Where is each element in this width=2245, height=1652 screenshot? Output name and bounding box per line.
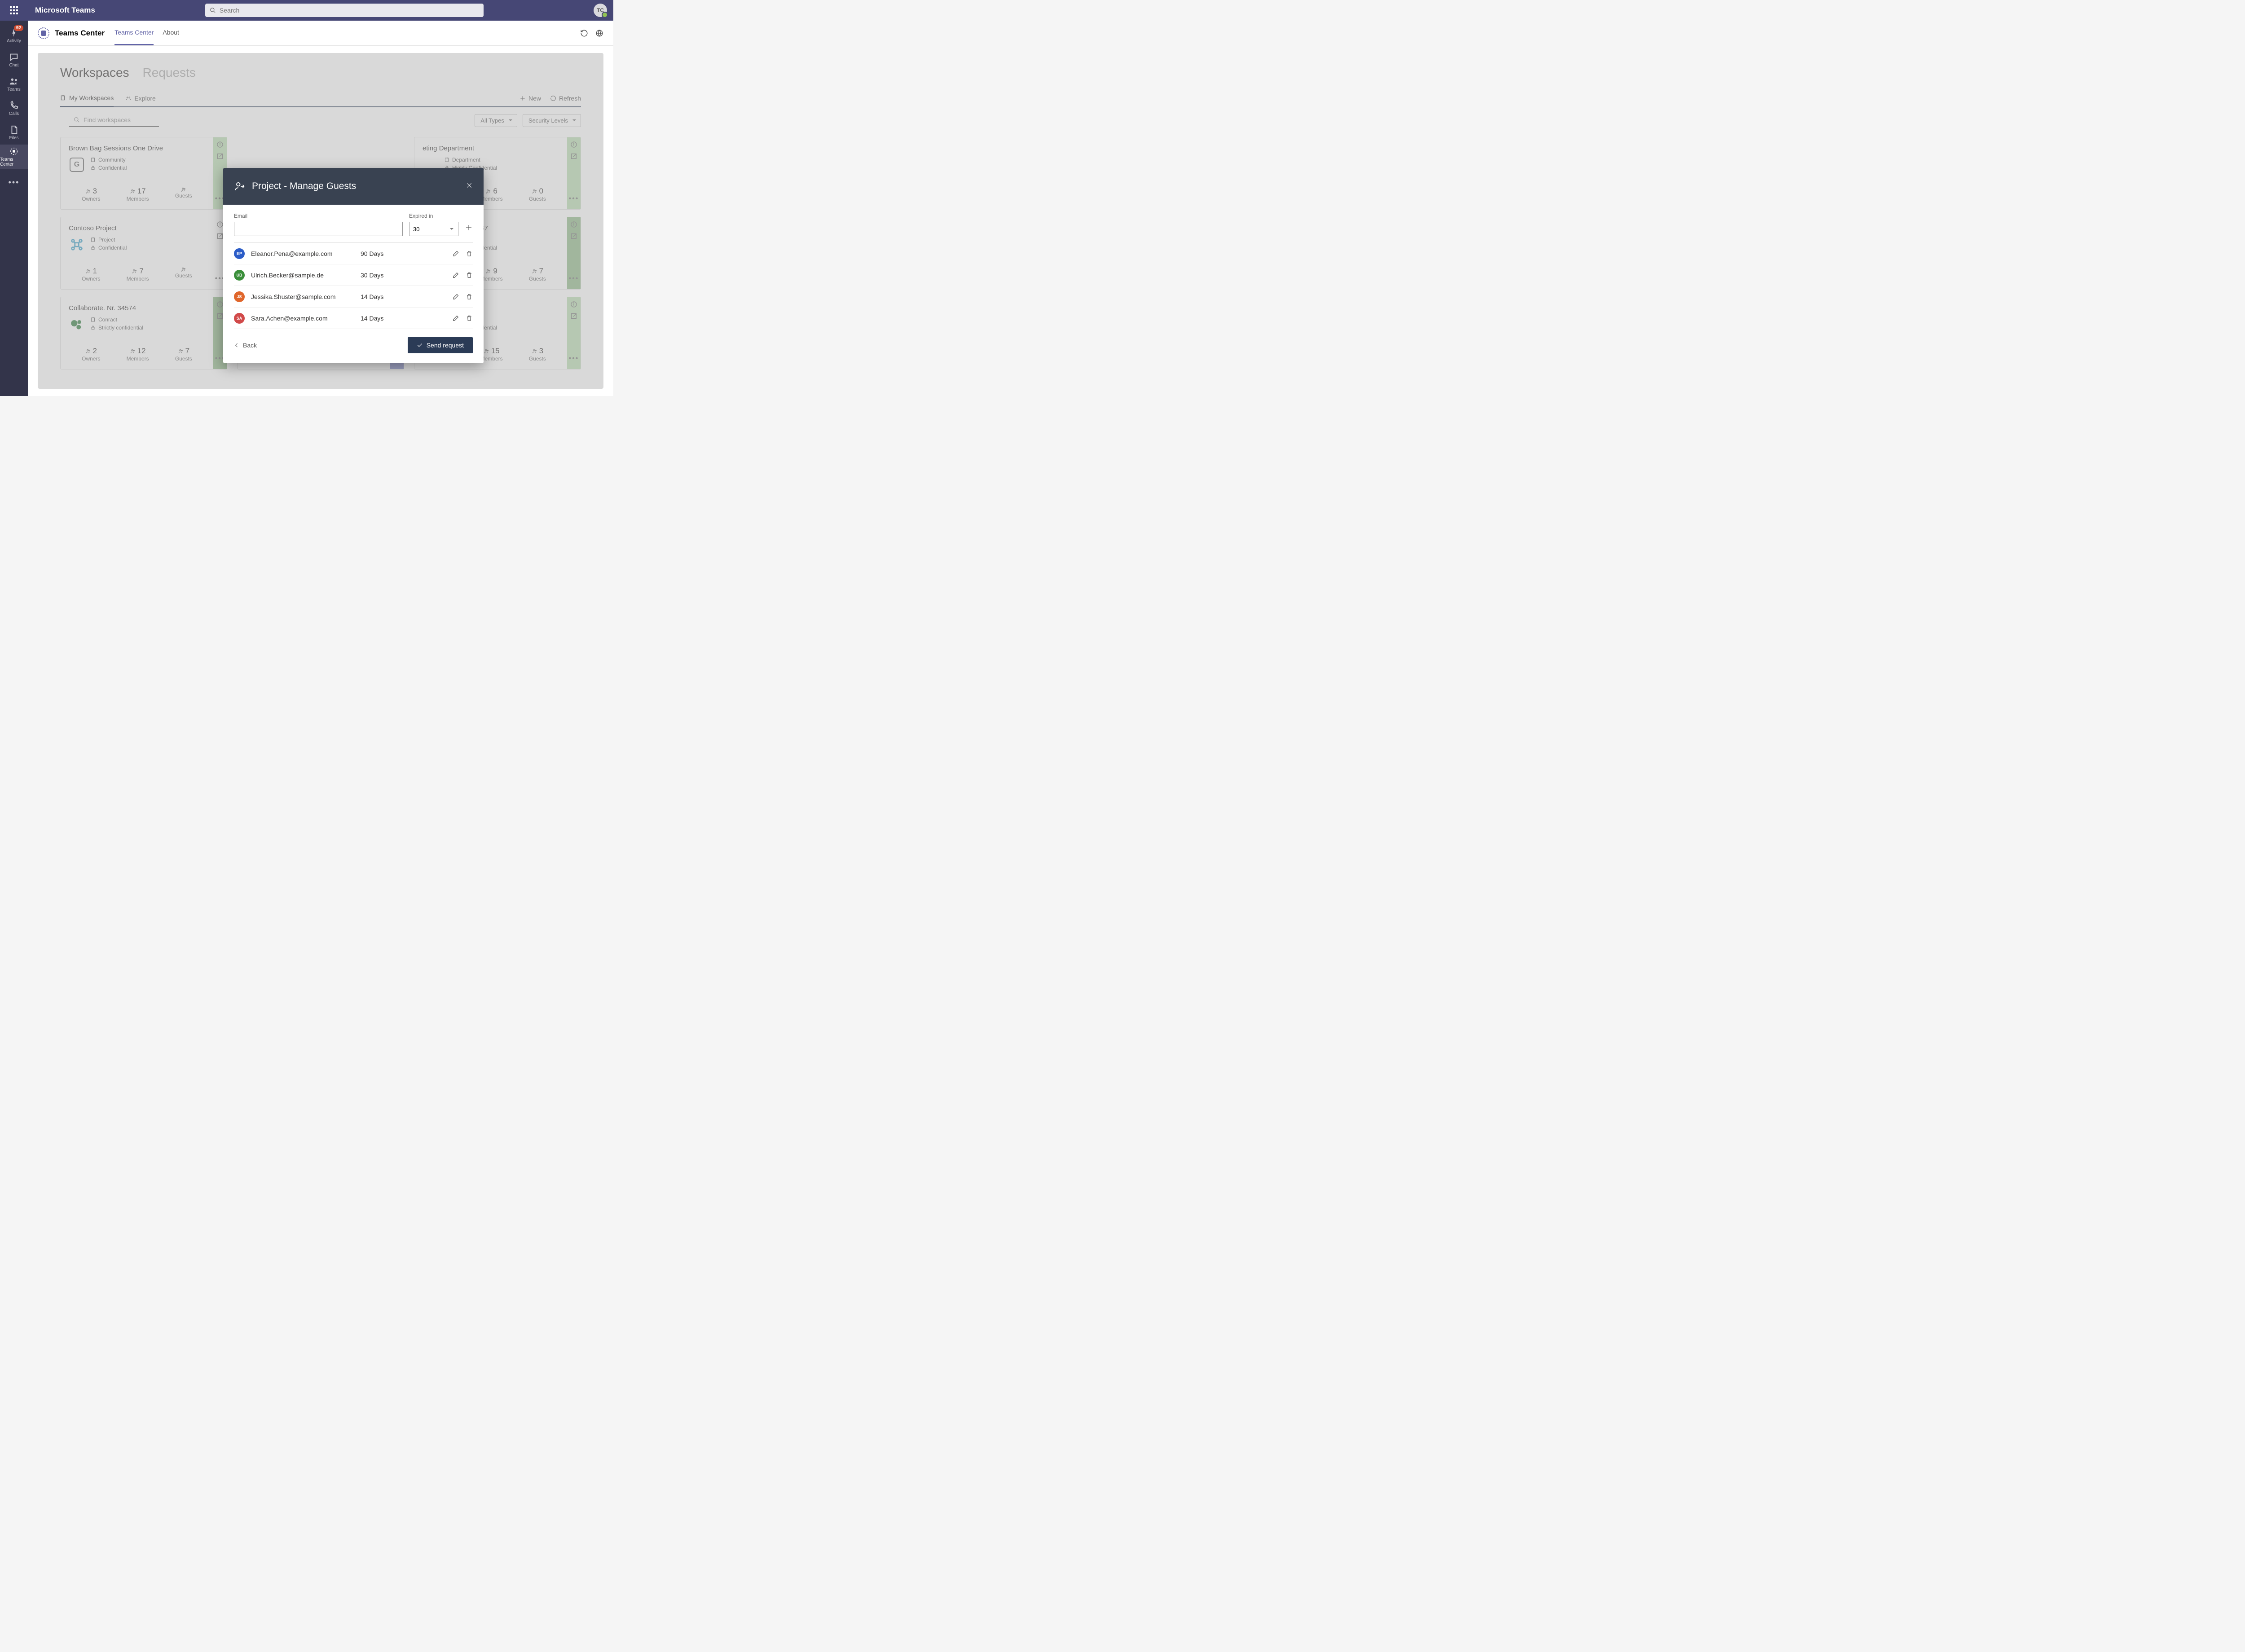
app-title: Microsoft Teams [35,6,95,15]
guest-row: UB Ulrich.Becker@sample.de 30 Days [234,264,473,286]
expired-label: Expired in [409,213,458,219]
check-icon [417,342,423,348]
guest-avatar: SA [234,313,245,324]
app-rail: Activity92ChatTeamsCallsFilesTeams Cente… [0,21,28,396]
guest-expires: 14 Days [361,315,446,322]
edit-icon[interactable] [452,250,459,257]
rail-calls[interactable]: Calls [0,96,28,120]
guest-avatar: EP [234,248,245,259]
send-request-button[interactable]: Send request [408,337,473,353]
edit-icon[interactable] [452,272,459,279]
guest-email: Eleanor.Pena@example.com [251,250,354,257]
reload-icon[interactable] [580,29,588,37]
guest-expires: 30 Days [361,272,446,279]
rail-teams[interactable]: Teams [0,72,28,96]
title-bar: Microsoft Teams TC [0,0,613,21]
app-tab-header: Teams Center Teams Center About [28,21,613,46]
badge: 92 [14,25,23,31]
close-button[interactable] [466,182,473,191]
edit-icon[interactable] [452,293,459,300]
guest-row: SA Sara.Achen@example.com 14 Days [234,308,473,329]
rail-teams-center[interactable]: Teams Center [0,145,28,169]
manage-guests-dialog: Project - Manage Guests Email [223,168,484,363]
guest-expires: 14 Days [361,293,446,300]
rail-files[interactable]: Files [0,120,28,145]
email-input[interactable] [234,222,403,236]
header-tab-about[interactable]: About [163,21,179,45]
guest-row: JS Jessika.Shuster@sample.com 14 Days [234,286,473,308]
back-button[interactable]: Back [234,342,257,349]
close-icon [466,182,473,189]
search-input[interactable] [220,7,479,14]
guest-avatar: UB [234,270,245,281]
rail-more[interactable]: ••• [0,169,28,193]
user-avatar[interactable]: TC [594,4,607,17]
page-content: WorkspacesRequests My WorkspacesExplore … [38,53,603,389]
email-label: Email [234,213,403,219]
edit-icon[interactable] [452,315,459,322]
dialog-title: Project - Manage Guests [252,181,356,192]
global-search[interactable] [205,4,484,17]
guest-email: Ulrich.Becker@sample.de [251,272,354,279]
teams-center-logo [38,27,49,39]
rail-activity[interactable]: Activity92 [0,23,28,48]
guest-avatar: JS [234,291,245,302]
delete-icon[interactable] [466,293,473,300]
add-guest-button[interactable] [465,223,473,236]
expired-select[interactable]: 30 [409,222,458,236]
globe-icon[interactable] [595,29,603,37]
header-tab-teams-center[interactable]: Teams Center [114,21,154,45]
guest-email: Sara.Achen@example.com [251,315,354,322]
person-arrow-icon [234,180,246,192]
guest-expires: 90 Days [361,250,446,257]
app-name: Teams Center [55,29,105,38]
plus-icon [465,224,473,232]
delete-icon[interactable] [466,315,473,322]
delete-icon[interactable] [466,272,473,279]
guest-row: EP Eleanor.Pena@example.com 90 Days [234,243,473,264]
guest-email: Jessika.Shuster@sample.com [251,293,354,300]
chevron-left-icon [234,343,239,348]
rail-chat[interactable]: Chat [0,48,28,72]
search-icon [210,7,216,13]
waffle-menu[interactable] [0,6,28,14]
delete-icon[interactable] [466,250,473,257]
